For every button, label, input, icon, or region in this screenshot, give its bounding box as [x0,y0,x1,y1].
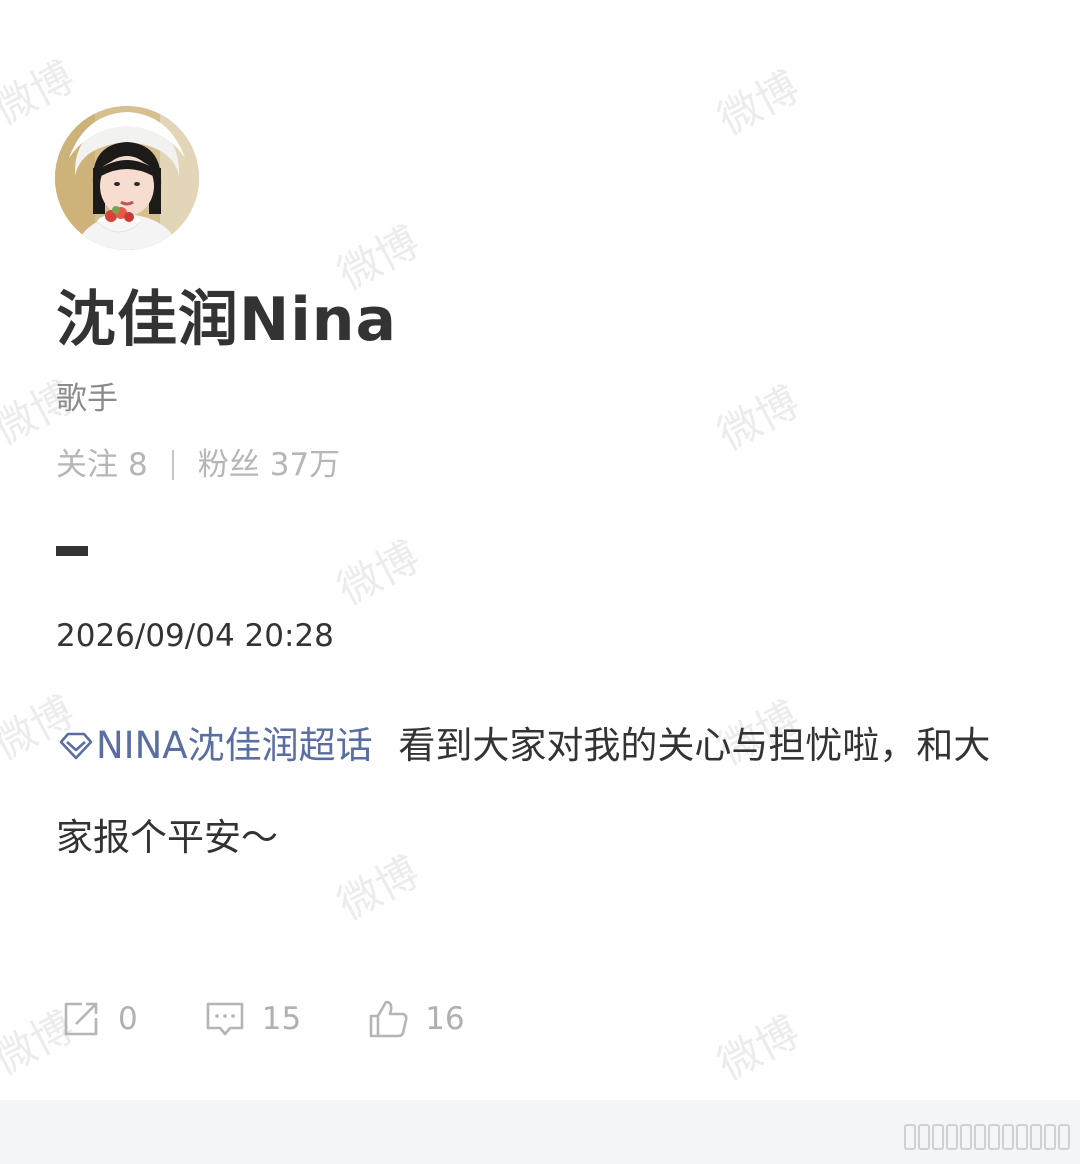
post-content: NINA沈佳润超话 看到大家对我的关心与担忧啦，和大家报个平安～ [56,700,996,884]
followers-label: 粉丝 [197,447,260,483]
diamond-icon [59,732,93,760]
repost-button[interactable]: 0 [60,998,138,1040]
repost-count: 0 [118,1001,138,1037]
section-divider [56,546,88,556]
avatar[interactable] [55,106,199,250]
followers-count: 37万 [269,447,341,483]
user-role: 歌手 [56,381,118,417]
following-count: 8 [128,447,148,483]
post-actions: 0 15 16 [60,996,525,1042]
footer-bar [0,1100,1080,1164]
comment-icon [206,1002,244,1036]
comment-count: 15 [261,1001,302,1037]
topic-link[interactable]: NINA沈佳润超话 [56,724,373,767]
user-name[interactable]: 沈佳润Nina [56,282,397,358]
comment-button[interactable]: 15 [204,998,301,1040]
footer-logo [904,1122,1070,1152]
following-label: 关注 [56,447,118,483]
user-stats: 关注 8 粉丝 37万 [56,444,340,486]
repost-icon [64,1002,98,1036]
weibo-post-card: 沈佳润Nina 歌手 关注 8 粉丝 37万 2026/09/04 20:28 … [0,0,1080,1100]
like-count: 16 [425,1001,465,1037]
topic-label: NINA沈佳润超话 [96,724,373,767]
like-button[interactable]: 16 [367,998,465,1040]
post-timestamp: 2026/09/04 20:28 [56,618,334,654]
like-icon [369,1000,408,1038]
stats-separator [171,450,174,480]
